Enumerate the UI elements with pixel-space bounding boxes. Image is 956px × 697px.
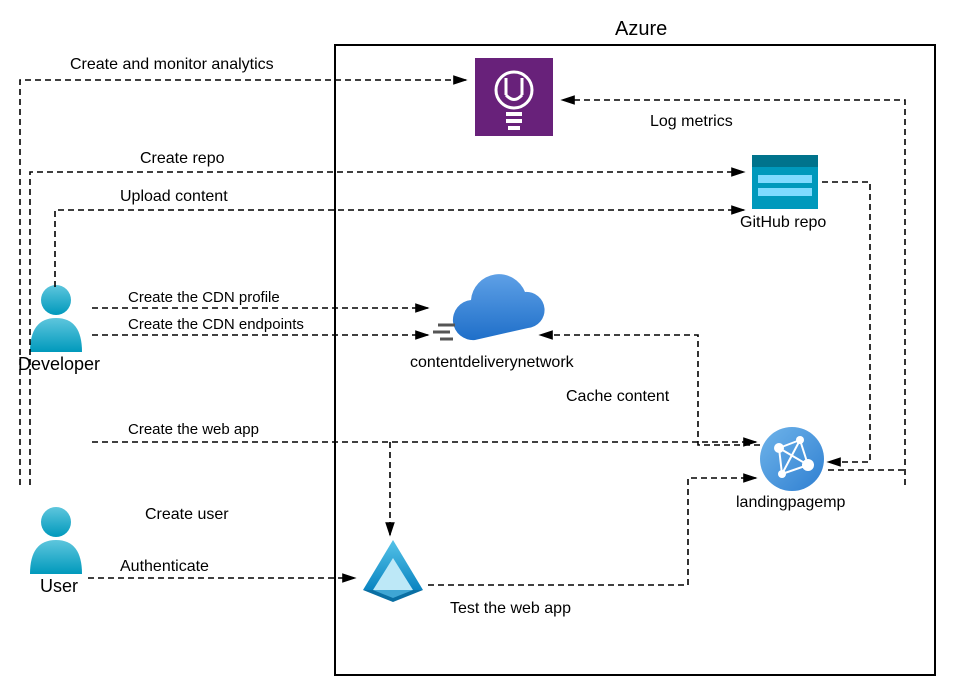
cdn-label: contentdeliverynetwork [410, 354, 574, 372]
edge-webapp-to-logbus [828, 470, 905, 472]
label-authenticate: Authenticate [120, 558, 209, 576]
developer-label: Developer [18, 354, 100, 375]
azure-label: Azure [615, 18, 667, 41]
diagram-svg [0, 0, 956, 697]
architecture-diagram: Azure Developer User GitHub repo content… [0, 0, 956, 697]
label-create-web-app: Create the web app [128, 421, 259, 438]
user-icon [30, 507, 82, 574]
label-create-cdn-profile: Create the CDN profile [128, 289, 280, 306]
label-create-monitor-analytics: Create and monitor analytics [70, 56, 274, 74]
label-upload-content: Upload content [120, 188, 228, 206]
developer-icon [30, 285, 82, 352]
user-label: User [40, 576, 78, 597]
label-log-metrics: Log metrics [650, 113, 733, 131]
insights-icon [475, 58, 553, 136]
edge-test-web-app [428, 478, 756, 585]
label-create-cdn-endpoints: Create the CDN endpoints [128, 316, 304, 333]
edge-log-metrics [562, 100, 905, 485]
label-cache-content: Cache content [566, 388, 669, 406]
label-create-user: Create user [145, 506, 229, 524]
webapp-label: landingpagemp [736, 494, 845, 512]
label-test-web-app: Test the web app [450, 600, 571, 618]
aad-icon [363, 540, 423, 602]
githubrepo-label: GitHub repo [740, 214, 826, 232]
github-repo-icon [752, 155, 818, 209]
edge-upload-content [55, 210, 744, 287]
edge-repo-to-webapp [822, 182, 870, 462]
webapp-icon [760, 427, 824, 491]
cdn-icon [433, 274, 545, 340]
label-create-repo: Create repo [140, 150, 225, 168]
